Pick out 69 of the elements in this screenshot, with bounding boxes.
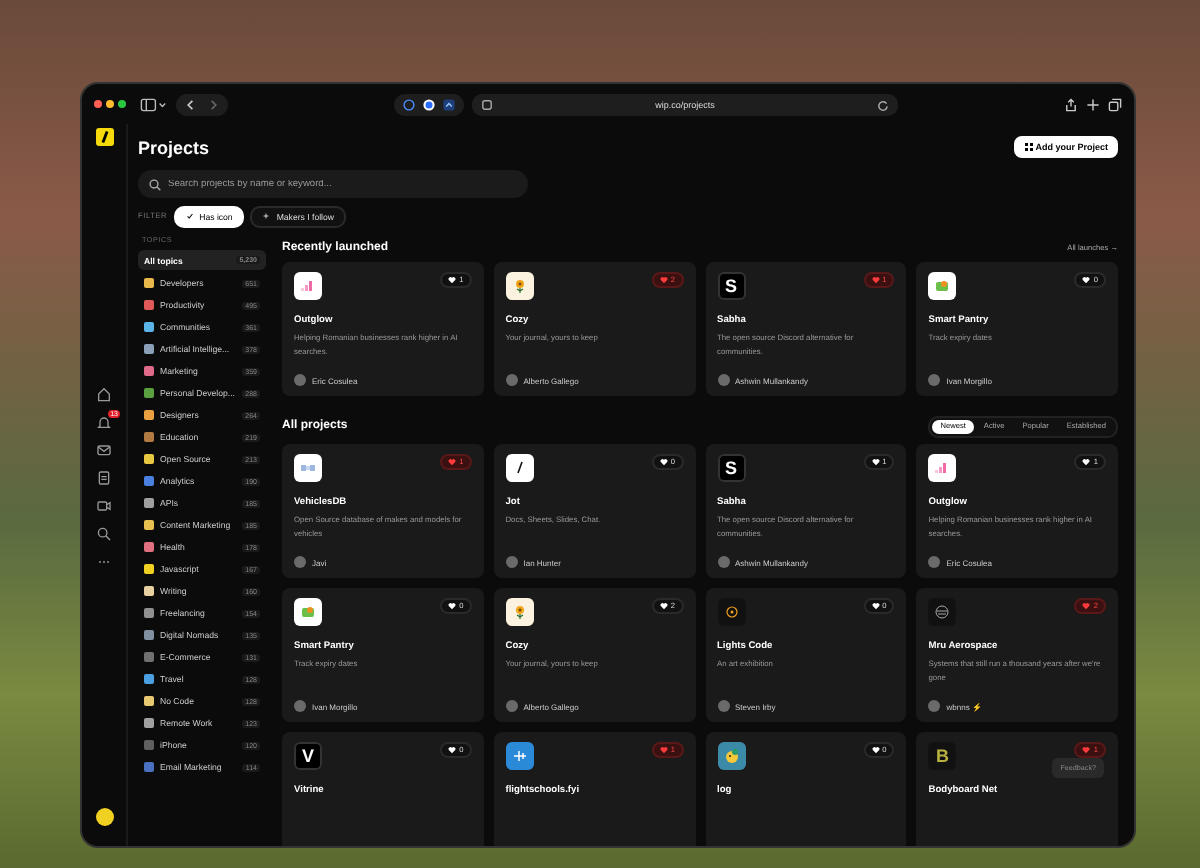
forward-icon[interactable] (206, 97, 220, 111)
orbit-logo (928, 598, 957, 626)
heart-icon (871, 276, 880, 284)
basket-logo (294, 598, 322, 626)
plane-logo (505, 742, 534, 770)
author-avatar (928, 556, 941, 568)
author-avatar (294, 700, 306, 712)
heart-icon (1082, 458, 1091, 466)
heart-icon (448, 276, 457, 284)
bird-logo (717, 742, 745, 770)
search-icon (148, 177, 162, 191)
heart-icon (659, 602, 668, 610)
reload-icon[interactable] (876, 97, 890, 111)
document-icon[interactable] (96, 469, 112, 485)
video-icon[interactable] (96, 497, 112, 513)
app-logo[interactable] (95, 128, 113, 146)
flower-logo (505, 598, 534, 626)
bell-icon[interactable] (96, 413, 112, 429)
sidebar-icon[interactable] (140, 97, 168, 111)
heart-icon (659, 746, 668, 754)
project-logo: B (928, 742, 957, 770)
minimize-button[interactable] (106, 100, 114, 108)
tabs-icon[interactable] (1108, 97, 1122, 111)
heart-icon (1082, 602, 1091, 610)
heart-icon (871, 458, 880, 466)
home-icon[interactable] (96, 385, 112, 401)
project-logo: S (717, 454, 745, 482)
heart-icon (1082, 746, 1091, 754)
check-icon (185, 212, 194, 220)
heart-icon (448, 746, 457, 754)
heart-icon (1082, 276, 1091, 284)
author-avatar (294, 556, 306, 568)
database-logo (294, 454, 322, 482)
extension-icon[interactable] (442, 97, 456, 111)
page-title: Projects (138, 137, 210, 157)
author-avatar (505, 700, 518, 712)
author-avatar (294, 374, 306, 386)
heart-icon (659, 458, 668, 466)
author-avatar (928, 700, 941, 712)
chart-logo (294, 272, 322, 300)
author-avatar (717, 700, 729, 712)
author-avatar (928, 374, 941, 386)
author-avatar (717, 374, 729, 386)
close-button[interactable] (94, 100, 102, 108)
chart-logo (928, 454, 957, 482)
grid-icon (1023, 142, 1034, 152)
search-icon[interactable] (96, 525, 112, 541)
project-logo: S (717, 272, 745, 300)
heart-icon (871, 746, 880, 754)
heart-icon (659, 276, 668, 284)
user-avatar[interactable] (95, 808, 113, 826)
ring-logo (717, 598, 745, 626)
author-avatar (717, 556, 729, 568)
back-icon[interactable] (184, 97, 198, 111)
maximize-button[interactable] (118, 100, 126, 108)
heart-icon (448, 602, 457, 610)
new-tab-icon[interactable] (1086, 97, 1100, 111)
author-avatar (505, 374, 518, 386)
page-icon (480, 97, 494, 111)
flower-logo (505, 272, 534, 300)
pen-logo (505, 454, 534, 482)
mail-icon[interactable] (96, 441, 112, 457)
basket-logo (928, 272, 957, 300)
heart-icon (448, 458, 457, 466)
author-avatar (505, 556, 518, 568)
plus-icon (262, 212, 271, 220)
heart-icon (871, 602, 880, 610)
project-logo: V (294, 742, 322, 770)
share-icon[interactable] (1064, 97, 1078, 111)
